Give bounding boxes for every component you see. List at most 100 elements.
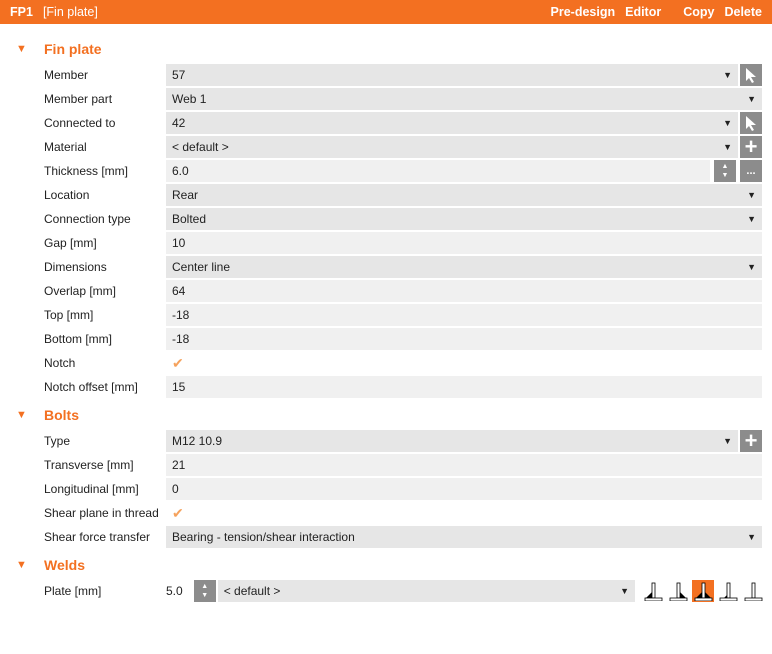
row-bottom: Bottom [mm] -18 <box>0 328 772 350</box>
weld-both-sides-icon[interactable] <box>692 580 714 602</box>
row-plate: Plate [mm] 5.0 ▲ ▼ < default > ▼ <box>0 580 772 602</box>
input-value: 6.0 <box>172 164 189 178</box>
add-new-button[interactable]: + <box>740 134 762 159</box>
connection-type-title: [Fin plate] <box>42 5 98 19</box>
row-member: Member 57 ▼ <box>0 64 772 86</box>
pick-in-3d-button[interactable] <box>740 64 762 86</box>
row-gap: Gap [mm] 10 <box>0 232 772 254</box>
section-title: Fin plate <box>44 41 102 57</box>
chevron-down-icon: ▼ <box>747 94 756 104</box>
more-options-button[interactable]: ... <box>740 160 762 182</box>
field-label: Transverse [mm] <box>44 458 134 472</box>
delete-button[interactable]: Delete <box>724 5 762 19</box>
section-header-fin-plate[interactable]: ▼ Fin plate <box>0 24 772 64</box>
connected-to-dropdown[interactable]: 42 ▼ <box>166 112 738 134</box>
pick-in-3d-button[interactable] <box>740 112 762 134</box>
row-top: Top [mm] -18 <box>0 304 772 326</box>
row-shear-force-transfer: Shear force transfer Bearing - tension/sh… <box>0 526 772 548</box>
section-title: Bolts <box>44 407 79 423</box>
input-value: 10 <box>172 236 186 250</box>
weld-left-icon[interactable] <box>642 580 664 602</box>
chevron-down-icon: ▼ <box>723 142 732 152</box>
top-input[interactable]: -18 <box>166 304 762 326</box>
row-dimensions: Dimensions Center line ▼ <box>0 256 772 278</box>
row-thickness: Thickness [mm] 6.0 ▲ ▼... <box>0 160 772 182</box>
editor-button[interactable]: Editor <box>625 5 661 19</box>
thickness-stepper[interactable]: ▲ ▼ <box>714 160 736 182</box>
selected-value: 57 <box>172 68 186 82</box>
copy-button[interactable]: Copy <box>683 5 714 19</box>
member-part-dropdown[interactable]: Web 1 ▼ <box>166 88 762 110</box>
row-transverse: Transverse [mm] 21 <box>0 454 772 476</box>
chevron-down-icon: ▼ <box>747 532 756 542</box>
longitudinal-input[interactable]: 0 <box>166 478 762 500</box>
weld-type-dropdown[interactable]: < default > ▼ <box>217 580 635 602</box>
input-value: -18 <box>172 308 190 322</box>
weld-right-icon[interactable] <box>667 580 689 602</box>
chevron-down-icon: ▼ <box>620 586 629 596</box>
row-material: Material < default > ▼ + <box>0 134 772 159</box>
section-header-bolts[interactable]: ▼ Bolts <box>0 400 772 430</box>
selected-value: Web 1 <box>172 92 207 106</box>
chevron-down-icon: ▼ <box>747 262 756 272</box>
field-label: Overlap [mm] <box>44 284 117 298</box>
selected-value: < default > <box>172 140 229 154</box>
bottom-input[interactable]: -18 <box>166 328 762 350</box>
collapse-triangle-icon[interactable]: ▼ <box>0 43 44 55</box>
field-label: Longitudinal [mm] <box>44 482 139 496</box>
thickness-input[interactable]: 6.0 <box>166 160 710 182</box>
row-type: Type M12 10.9 ▼ + <box>0 428 772 453</box>
notch-checkbox[interactable]: ✔ <box>166 355 184 372</box>
row-notch: Notch ✔ <box>0 352 772 374</box>
shear-force-transfer-dropdown[interactable]: Bearing - tension/shear interaction ▼ <box>166 526 762 548</box>
field-label: Shear plane in thread <box>44 506 159 520</box>
transverse-input[interactable]: 21 <box>166 454 762 476</box>
member-dropdown[interactable]: 57 ▼ <box>166 64 738 86</box>
connection-type-dropdown[interactable]: Bolted ▼ <box>166 208 762 230</box>
field-label: Notch <box>44 356 76 370</box>
material-dropdown[interactable]: < default > ▼ <box>166 136 738 158</box>
notch-offset-input[interactable]: 15 <box>166 376 762 398</box>
row-connection-type: Connection type Bolted ▼ <box>0 208 772 230</box>
chevron-down-icon: ▼ <box>723 70 732 80</box>
weld-partial-icon[interactable] <box>717 580 739 602</box>
section-header-welds[interactable]: ▼ Welds <box>0 550 772 580</box>
field-label: Shear force transfer <box>44 530 151 544</box>
overlap-input[interactable]: 64 <box>166 280 762 302</box>
weld-size-stepper[interactable]: ▲ ▼ <box>193 580 216 602</box>
input-value: 0 <box>172 482 179 496</box>
row-notch-offset: Notch offset [mm] 15 <box>0 376 772 398</box>
field-label: Dimensions <box>44 260 107 274</box>
add-new-button[interactable]: + <box>740 428 762 453</box>
field-label: Plate [mm] <box>44 584 102 598</box>
location-dropdown[interactable]: Rear ▼ <box>166 184 762 206</box>
row-shear-plane-in-thread: Shear plane in thread ✔ <box>0 502 772 524</box>
selected-value: Center line <box>172 260 231 274</box>
field-label: Bottom [mm] <box>44 332 113 346</box>
row-overlap: Overlap [mm] 64 <box>0 280 772 302</box>
field-label: Gap [mm] <box>44 236 97 250</box>
collapse-triangle-icon[interactable]: ▼ <box>0 409 44 421</box>
field-label: Top [mm] <box>44 308 94 322</box>
title-bar: FP1 [Fin plate] Pre-design Editor Copy D… <box>0 0 772 24</box>
selected-value: M12 10.9 <box>172 434 223 448</box>
row-location: Location Rear ▼ <box>0 184 772 206</box>
selected-value: Rear <box>172 188 199 202</box>
collapse-triangle-icon[interactable]: ▼ <box>0 559 44 571</box>
field-label: Thickness [mm] <box>44 164 129 178</box>
input-value: 64 <box>172 284 186 298</box>
field-label: Material <box>44 140 87 154</box>
shear-plane-in-thread-checkbox[interactable]: ✔ <box>166 505 184 522</box>
gap-input[interactable]: 10 <box>166 232 762 254</box>
selected-value: Bolted <box>172 212 207 226</box>
dimensions-dropdown[interactable]: Center line ▼ <box>166 256 762 278</box>
section-title: Welds <box>44 557 85 573</box>
field-label: Notch offset [mm] <box>44 380 138 394</box>
field-label: Member <box>44 68 89 82</box>
pre-design-button[interactable]: Pre-design <box>551 5 616 19</box>
chevron-down-icon: ▼ <box>723 118 732 128</box>
no-weld-icon[interactable] <box>742 580 764 602</box>
row-longitudinal: Longitudinal [mm] 0 <box>0 478 772 500</box>
type-dropdown[interactable]: M12 10.9 ▼ <box>166 430 738 452</box>
chevron-down-icon: ▼ <box>747 190 756 200</box>
